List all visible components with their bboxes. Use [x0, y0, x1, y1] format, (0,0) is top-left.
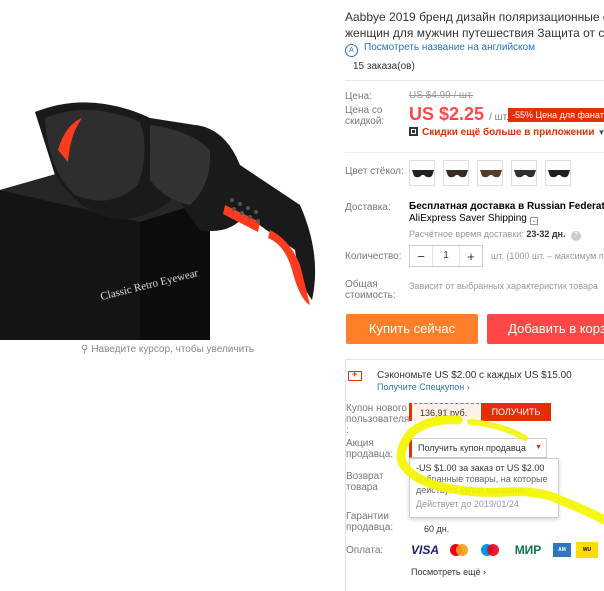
translate-icon: A — [345, 44, 358, 57]
orders-count: 15 заказа(ов) — [353, 61, 415, 72]
magnifier-icon: ⚲ — [81, 344, 89, 355]
total-label: Общая стоимость: — [345, 279, 396, 301]
price-unit: / шт. — [489, 112, 509, 123]
product-title: Aabbye 2019 бренд дизайн поляризационные… — [345, 9, 604, 41]
quantity-stepper: − 1 + — [409, 245, 483, 267]
divider — [345, 152, 604, 153]
add-to-cart-button[interactable]: Добавить в корз — [487, 314, 604, 344]
quantity-decrement-button[interactable]: − — [410, 249, 432, 264]
price-label: Цена: — [345, 91, 372, 102]
amex-logo: AM — [553, 543, 571, 557]
qr-code-icon — [409, 127, 418, 136]
app-promo-text: Скидки ещё больше в приложении — [422, 127, 595, 138]
seller-coupon-dropdown-text: Получить купон продавца — [418, 443, 526, 453]
seller-coupon-dropdown[interactable]: Получить купон продавца ▼ — [409, 438, 547, 458]
product-title-line2: женщин для мужчин путешествия Защита от … — [345, 26, 604, 40]
new-user-label-line3: : — [346, 425, 349, 436]
lens-color-label: Цвет стёкол: — [345, 166, 404, 177]
coupons-panel: Сэкономьте US $2.00 с каждых US $15.00 П… — [345, 359, 604, 591]
translate-link-text: Посмотреть название на английском — [364, 42, 535, 53]
divider — [345, 80, 604, 81]
coupon-icon — [348, 369, 362, 381]
chevron-down-icon: ▼ — [597, 128, 604, 137]
chevron-down-icon: ⌄ — [529, 217, 538, 225]
product-title-line1: Aabbye 2019 бренд дизайн поляризационные… — [345, 10, 604, 24]
new-user-coupon-label: Купон нового пользователя : — [346, 403, 409, 436]
total-label-line1: Общая — [345, 279, 378, 290]
western-union-logo: WU — [576, 542, 598, 558]
zoom-hint: ⚲ Наведите курсор, чтобы увеличить — [0, 344, 335, 355]
guarantee-label-line2: продавца: — [346, 522, 394, 533]
coupon-option-desc-line2: действует купон магазина — [416, 485, 525, 495]
special-coupon-link[interactable]: Получите Спецкупон › — [377, 382, 470, 392]
maestro-logo — [477, 543, 503, 557]
save-text: Сэкономьте US $2.00 с каждых US $15.00 — [377, 370, 572, 381]
product-photo: Classic Retro Eyewear — [0, 0, 335, 340]
product-image[interactable]: Classic Retro Eyewear — [0, 0, 335, 340]
seller-promo-label: Акция продавца: — [346, 438, 393, 460]
shipping-label: Доставка: — [345, 202, 391, 213]
payment-label: Оплата: — [346, 545, 384, 556]
swatch-option[interactable] — [545, 160, 571, 186]
swatch-option[interactable] — [443, 160, 469, 186]
shipping-service-select[interactable]: AliExpress Saver Shipping ⌄ — [409, 213, 538, 225]
mir-logo: МИР — [514, 543, 542, 557]
chevron-down-icon: ▼ — [535, 444, 542, 451]
mastercard-logo — [446, 543, 472, 557]
return-label: Возврат товара — [346, 471, 384, 493]
current-price-value: US $2.25 — [409, 104, 485, 124]
visa-logo: VISA — [410, 543, 439, 557]
shipping-time-value: 23-32 дн. — [526, 229, 566, 239]
guarantee-label-line1: Гарантии — [346, 511, 389, 522]
guarantee-label: Гарантии продавца: — [346, 511, 393, 533]
guarantee-value: 60 дн. — [424, 524, 450, 534]
discount-badge: -55% Цена для фанат — [508, 108, 604, 122]
quantity-label: Количество: — [345, 251, 402, 262]
product-details: Aabbye 2019 бренд дизайн поляризационные… — [345, 0, 604, 591]
app-promo-link[interactable]: Скидки ещё больше в приложении ▼ — [409, 127, 604, 138]
payment-methods: VISA МИР AM WU — [409, 542, 598, 558]
discount-label-line1: Цена со — [345, 105, 383, 116]
seller-coupon-dropdown-panel: -US $1.00 за заказ от US $2.00 Избранные… — [409, 458, 559, 518]
quantity-increment-button[interactable]: + — [460, 249, 482, 264]
buy-now-button[interactable]: Купить сейчас — [346, 314, 478, 344]
translate-title-link[interactable]: A Посмотреть название на английском — [345, 42, 535, 57]
new-user-label-line2: пользователя — [346, 414, 410, 425]
new-user-label-line1: Купон нового — [346, 403, 407, 414]
seller-label-line1: Акция — [346, 438, 374, 449]
discount-label-line2: скидкой: — [345, 116, 385, 127]
shipping-time: Расчётное время доставки: 23-32 дн. ? — [409, 229, 581, 241]
shipping-main: Бесплатная доставка в Russian Federation — [409, 201, 604, 212]
swatch-option[interactable] — [511, 160, 537, 186]
zoom-hint-text: Наведите курсор, чтобы увеличить — [91, 344, 254, 355]
quantity-input[interactable]: 1 — [432, 246, 460, 266]
coupon-option[interactable]: -US $1.00 за заказ от US $2.00 — [416, 463, 552, 474]
swatch-option[interactable] — [477, 160, 503, 186]
shipping-time-label: Расчётное время доставки: — [409, 229, 524, 239]
get-coupon-button[interactable]: ПОЛУЧИТЬ — [481, 403, 551, 421]
total-value: Зависит от выбранных характеристик товар… — [409, 281, 598, 291]
return-label-line1: Возврат — [346, 471, 384, 482]
shipping-service-text: AliExpress Saver Shipping — [409, 213, 527, 224]
old-price: US $4.99 / шт. — [409, 90, 474, 101]
coupon-expiry: Действует до 2019/01/24 — [416, 499, 519, 509]
swatch-option[interactable] — [409, 160, 435, 186]
lens-color-swatches — [409, 160, 571, 186]
coupon-option-desc-line1: Избранные товары, на которые — [416, 474, 548, 484]
return-label-line2: товара — [346, 482, 378, 493]
seller-label-line2: продавца: — [346, 449, 394, 460]
discount-price-label: Цена со скидкой: — [345, 105, 384, 127]
total-label-line2: стоимость: — [345, 290, 396, 301]
quantity-info: шт. (1000 шт. – максимум п — [491, 251, 604, 261]
help-icon[interactable]: ? — [571, 231, 581, 241]
see-more-link[interactable]: Посмотреть ещё › — [411, 567, 486, 577]
new-user-coupon-value: 136,91 руб. — [409, 403, 479, 421]
current-price: US $2.25 / шт. — [409, 104, 509, 125]
